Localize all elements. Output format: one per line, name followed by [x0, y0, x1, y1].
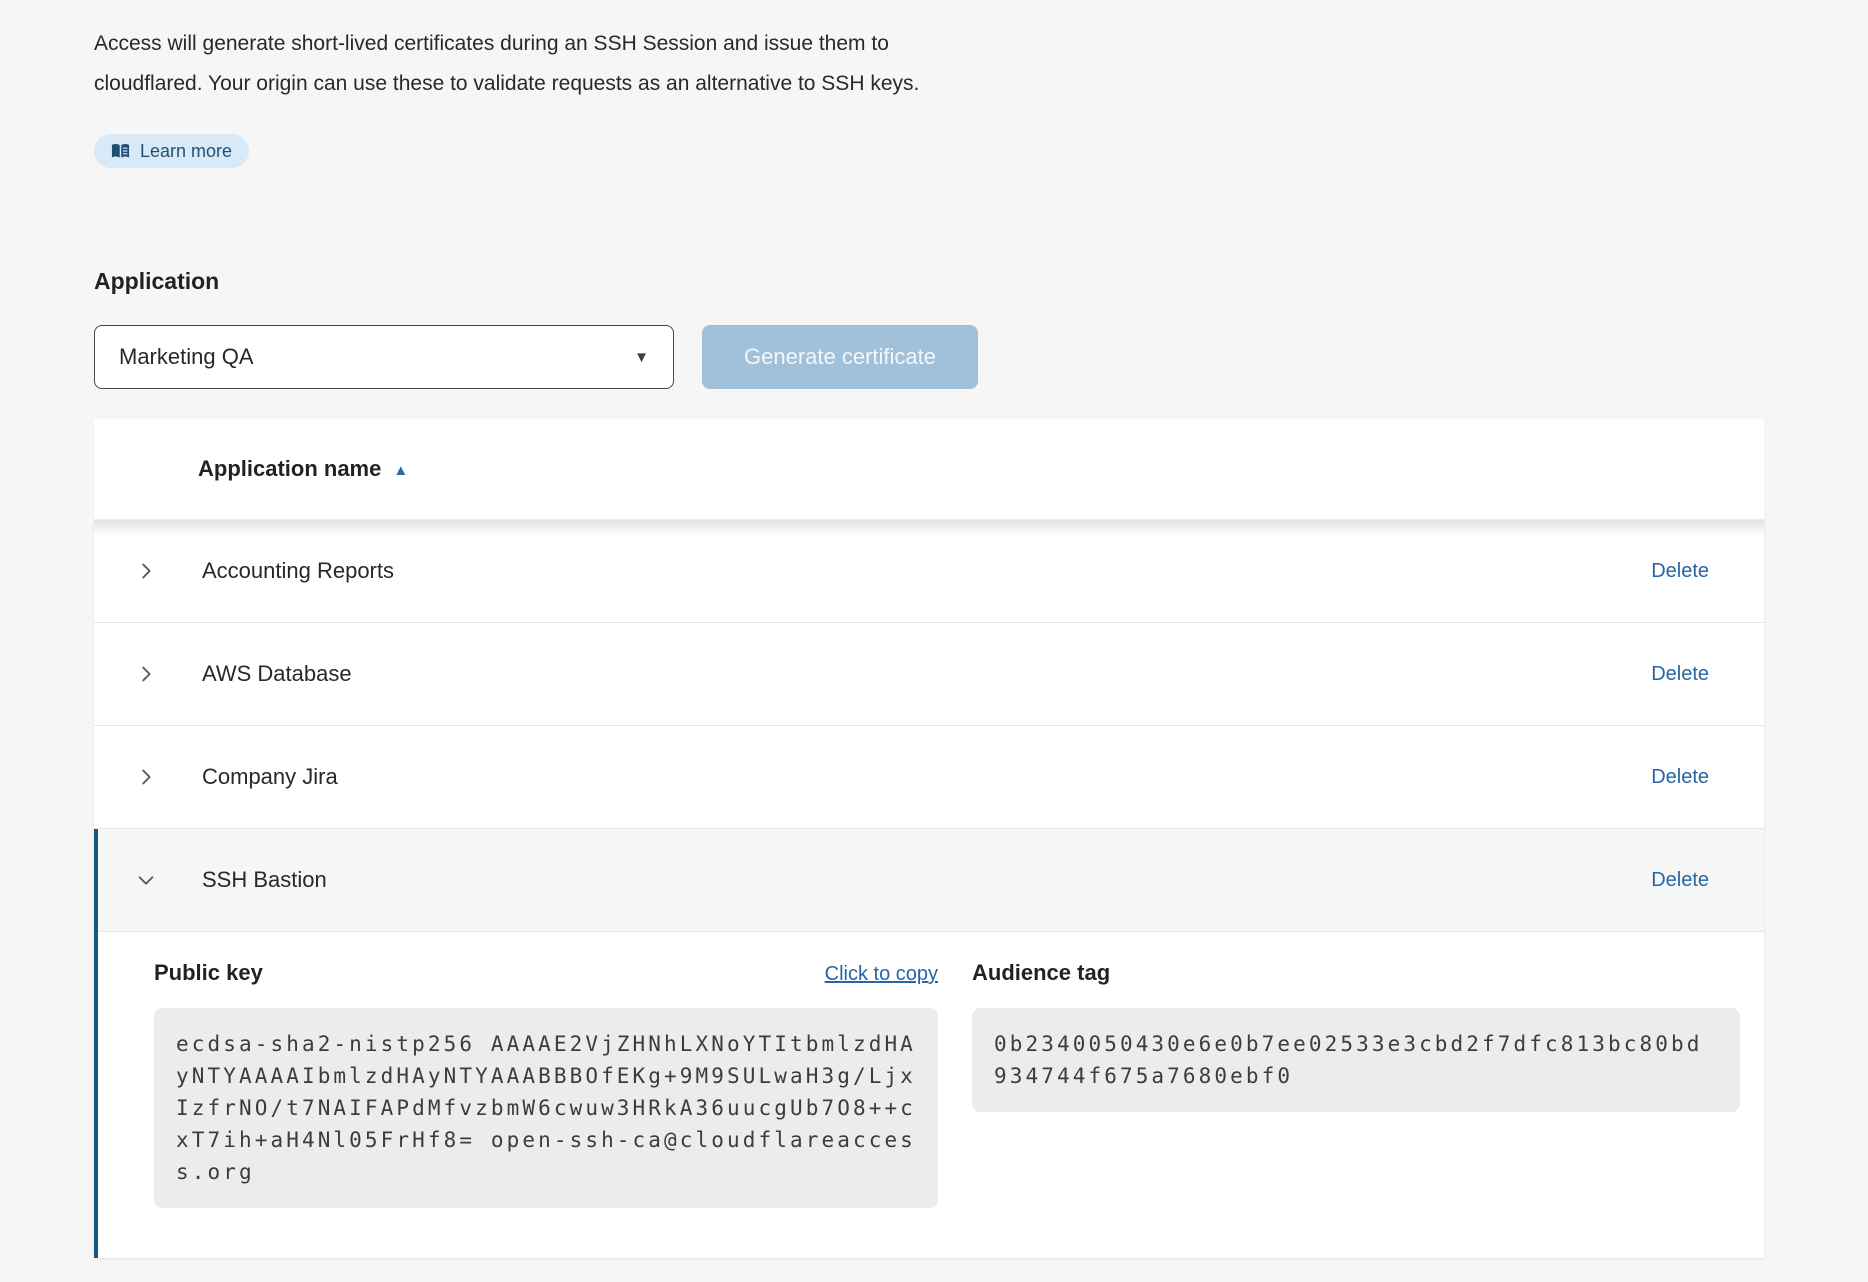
table-header-row: Application name ▲	[94, 419, 1764, 519]
table-body: Accounting Reports Delete AWS Database D…	[94, 520, 1764, 1258]
delete-link[interactable]: Delete	[1651, 560, 1709, 583]
chevron-right-icon[interactable]	[134, 765, 158, 789]
applications-table: Application name ▲ Accounting Reports De…	[94, 419, 1764, 1258]
row-name: Company Jira	[202, 764, 338, 790]
public-key-label: Public key	[154, 960, 263, 986]
column-header-label: Application name	[198, 456, 381, 482]
row-detail-panel: Public key Click to copy ecdsa-sha2-nist…	[98, 932, 1764, 1258]
audience-tag-value[interactable]: 0b2340050430e6e0b7ee02533e3cbd2f7dfc813b…	[972, 1008, 1740, 1112]
application-select[interactable]: Marketing QA ▼	[94, 325, 674, 389]
learn-more-label: Learn more	[140, 141, 232, 162]
generate-certificate-button[interactable]: Generate certificate	[702, 325, 978, 389]
application-label: Application	[94, 268, 1868, 295]
sort-ascending-icon: ▲	[393, 461, 408, 478]
audience-tag-label: Audience tag	[972, 960, 1110, 986]
page-description: Access will generate short-lived certifi…	[94, 24, 1094, 104]
table-row-aws-database: AWS Database Delete	[94, 623, 1764, 726]
table-row-company-jira: Company Jira Delete	[94, 726, 1764, 829]
ssh-certificates-page: Access will generate short-lived certifi…	[0, 0, 1868, 1282]
table-row-accounting-reports: Accounting Reports Delete	[94, 520, 1764, 623]
column-header-application-name[interactable]: Application name ▲	[198, 456, 408, 482]
audience-tag-section: Audience tag 0b2340050430e6e0b7ee02533e3…	[972, 960, 1740, 1208]
row-name: AWS Database	[202, 661, 352, 687]
chevron-right-icon[interactable]	[134, 559, 158, 583]
select-caret-icon: ▼	[634, 349, 649, 366]
table-row-ssh-bastion: SSH Bastion Delete	[98, 829, 1764, 932]
row-name: SSH Bastion	[202, 867, 327, 893]
book-icon	[111, 143, 130, 159]
chevron-down-icon[interactable]	[134, 868, 158, 892]
delete-link[interactable]: Delete	[1651, 766, 1709, 789]
public-key-value[interactable]: ecdsa-sha2-nistp256 AAAAE2VjZHNhLXNoYTIt…	[154, 1008, 938, 1208]
row-name: Accounting Reports	[202, 558, 394, 584]
public-key-section: Public key Click to copy ecdsa-sha2-nist…	[154, 960, 938, 1208]
delete-link[interactable]: Delete	[1651, 663, 1709, 686]
delete-link[interactable]: Delete	[1651, 869, 1709, 892]
click-to-copy-link[interactable]: Click to copy	[825, 963, 938, 986]
expanded-row-group: SSH Bastion Delete Public key Click to c…	[94, 829, 1764, 1258]
controls-row: Marketing QA ▼ Generate certificate	[94, 325, 1868, 389]
learn-more-button[interactable]: Learn more	[94, 134, 249, 168]
application-select-value: Marketing QA	[119, 344, 254, 370]
chevron-right-icon[interactable]	[134, 662, 158, 686]
